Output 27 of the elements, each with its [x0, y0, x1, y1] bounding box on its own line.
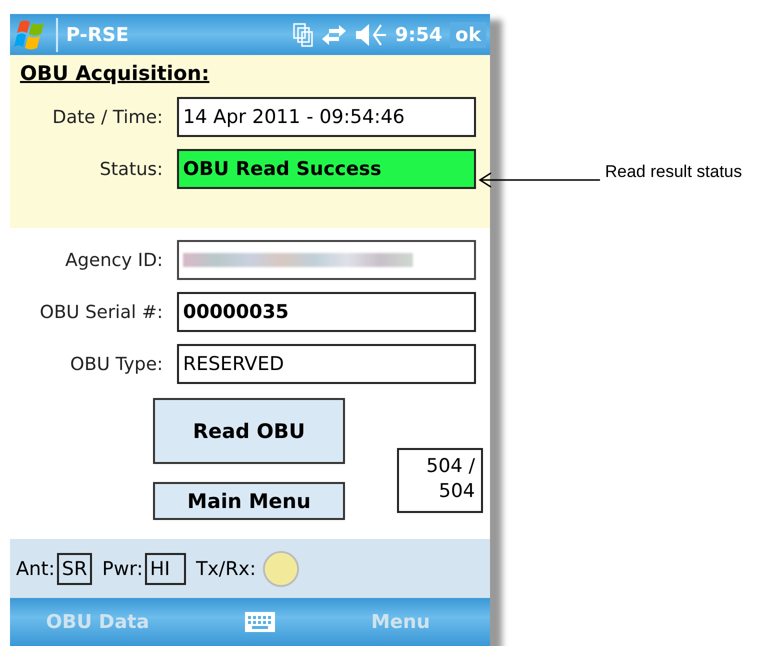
- clock-time: 9:54: [395, 24, 442, 46]
- field-label: Agency ID:: [64, 250, 163, 270]
- power-value: HI: [145, 552, 186, 584]
- keyboard-icon[interactable]: [244, 611, 276, 633]
- input-field[interactable]: [177, 240, 476, 280]
- input-field[interactable]: 14 Apr 2011 - 09:54:46: [177, 97, 476, 137]
- field-label: OBU Serial #:: [38, 302, 163, 322]
- power-label: Pwr:: [102, 558, 144, 580]
- app-title: P-RSE: [66, 24, 130, 46]
- annotation-text: Read result status: [605, 162, 742, 182]
- antenna-label: Ant:: [16, 558, 55, 580]
- field-label: OBU Type:: [69, 354, 163, 374]
- field-label: Date / Time:: [51, 106, 163, 128]
- input-field[interactable]: 00000035: [177, 292, 476, 332]
- status-field[interactable]: OBU Read Success: [177, 149, 476, 189]
- input-field[interactable]: RESERVED: [177, 344, 476, 384]
- indicator-light-icon: [262, 550, 300, 588]
- windows-icon[interactable]: [293, 22, 314, 46]
- section-heading: OBU Acquisition:: [20, 61, 210, 85]
- txrx-label: Tx/Rx:: [196, 558, 256, 580]
- read-button[interactable]: Read OBU: [153, 398, 345, 464]
- speaker-icon[interactable]: [355, 22, 388, 46]
- read-counter: 504 / 504: [397, 448, 483, 513]
- connectivity-icon[interactable]: [321, 24, 348, 46]
- antenna-value: SR: [56, 552, 92, 584]
- main-menu-button[interactable]: Main Menu: [153, 482, 345, 520]
- field-label: Status:: [98, 158, 163, 180]
